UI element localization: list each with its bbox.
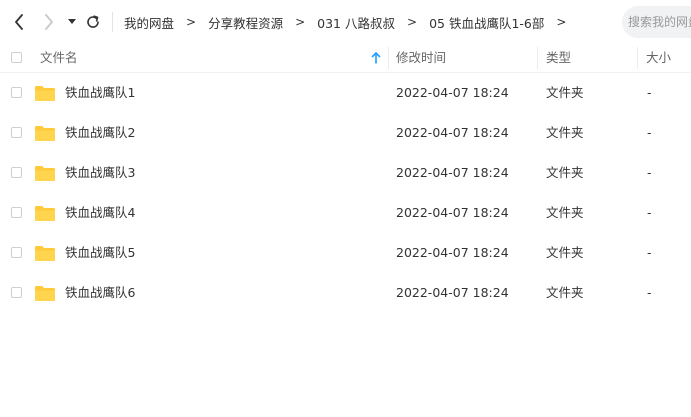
refresh-icon [87, 15, 99, 28]
row-checkbox[interactable] [11, 167, 22, 178]
row-checkbox[interactable] [11, 247, 22, 258]
file-size: - [647, 165, 652, 180]
row-checkbox[interactable] [11, 207, 22, 218]
chevron-right-icon [45, 14, 53, 30]
column-header-modified[interactable]: 修改时间 [396, 44, 446, 72]
breadcrumb-separator: > [556, 15, 567, 29]
column-divider[interactable] [388, 47, 389, 69]
caret-down-icon [68, 19, 76, 24]
file-modified: 2022-04-07 18:24 [396, 165, 509, 180]
search-box[interactable] [622, 6, 691, 38]
folder-icon [35, 246, 55, 261]
breadcrumb-item-current[interactable]: 05 铁血战鹰队1-6部 [429, 13, 544, 32]
column-divider[interactable] [537, 47, 538, 69]
breadcrumb: 我的网盘 > 分享教程资源 > 031 八路叔叔 > 05 铁血战鹰队1-6部 … [124, 0, 578, 44]
file-modified: 2022-04-07 18:24 [396, 85, 509, 100]
file-name[interactable]: 铁血战鹰队2 [65, 113, 135, 153]
column-header-name[interactable]: 文件名 [40, 44, 78, 72]
file-name[interactable]: 铁血战鹰队6 [65, 273, 135, 313]
toolbar-divider [112, 12, 113, 32]
table-header: 文件名 修改时间 类型 大小 [0, 44, 691, 73]
folder-icon [35, 206, 55, 221]
arrow-up-icon[interactable] [371, 52, 381, 64]
file-modified: 2022-04-07 18:24 [396, 245, 509, 260]
table-row[interactable]: 铁血战鹰队4 2022-04-07 18:24 文件夹 - [0, 193, 691, 233]
folder-icon [35, 86, 55, 101]
file-name[interactable]: 铁血战鹰队5 [65, 233, 135, 273]
search-input[interactable] [628, 15, 691, 29]
folder-icon [35, 126, 55, 141]
table-row[interactable]: 铁血战鹰队5 2022-04-07 18:24 文件夹 - [0, 233, 691, 273]
file-type: 文件夹 [546, 285, 584, 300]
file-name[interactable]: 铁血战鹰队1 [65, 73, 135, 113]
row-checkbox[interactable] [11, 87, 22, 98]
breadcrumb-separator: > [295, 15, 306, 29]
file-type: 文件夹 [546, 205, 584, 220]
column-header-size[interactable]: 大小 [646, 44, 671, 72]
file-type: 文件夹 [546, 245, 584, 260]
file-size: - [647, 285, 652, 300]
history-dropdown-button[interactable] [62, 10, 82, 34]
file-type: 文件夹 [546, 165, 584, 180]
file-size: - [647, 205, 652, 220]
file-name[interactable]: 铁血战鹰队3 [65, 153, 135, 193]
table-row[interactable]: 铁血战鹰队1 2022-04-07 18:24 文件夹 - [0, 73, 691, 113]
breadcrumb-separator: > [407, 15, 418, 29]
file-size: - [647, 245, 652, 260]
folder-icon [35, 166, 55, 181]
file-modified: 2022-04-07 18:24 [396, 125, 509, 140]
breadcrumb-item-uncle[interactable]: 031 八路叔叔 [317, 13, 395, 32]
file-size: - [647, 85, 652, 100]
file-name[interactable]: 铁血战鹰队4 [65, 193, 135, 233]
back-button[interactable] [8, 10, 30, 34]
file-modified: 2022-04-07 18:24 [396, 285, 509, 300]
file-type: 文件夹 [546, 125, 584, 140]
row-checkbox[interactable] [11, 127, 22, 138]
table-row[interactable]: 铁血战鹰队3 2022-04-07 18:24 文件夹 - [0, 153, 691, 193]
column-divider[interactable] [637, 47, 638, 69]
chevron-left-icon [15, 14, 23, 30]
toolbar: 我的网盘 > 分享教程资源 > 031 八路叔叔 > 05 铁血战鹰队1-6部 … [0, 0, 691, 44]
breadcrumb-separator: > [186, 15, 197, 29]
breadcrumb-item-share[interactable]: 分享教程资源 [208, 13, 283, 32]
forward-button[interactable] [38, 10, 60, 34]
breadcrumb-item-root[interactable]: 我的网盘 [124, 13, 174, 32]
file-modified: 2022-04-07 18:24 [396, 205, 509, 220]
table-row[interactable]: 铁血战鹰队6 2022-04-07 18:24 文件夹 - [0, 273, 691, 313]
folder-icon [35, 286, 55, 301]
column-header-type[interactable]: 类型 [546, 44, 571, 72]
file-type: 文件夹 [546, 85, 584, 100]
file-size: - [647, 125, 652, 140]
select-all-checkbox[interactable] [11, 52, 22, 63]
table-row[interactable]: 铁血战鹰队2 2022-04-07 18:24 文件夹 - [0, 113, 691, 153]
refresh-button[interactable] [82, 10, 104, 34]
row-checkbox[interactable] [11, 287, 22, 298]
